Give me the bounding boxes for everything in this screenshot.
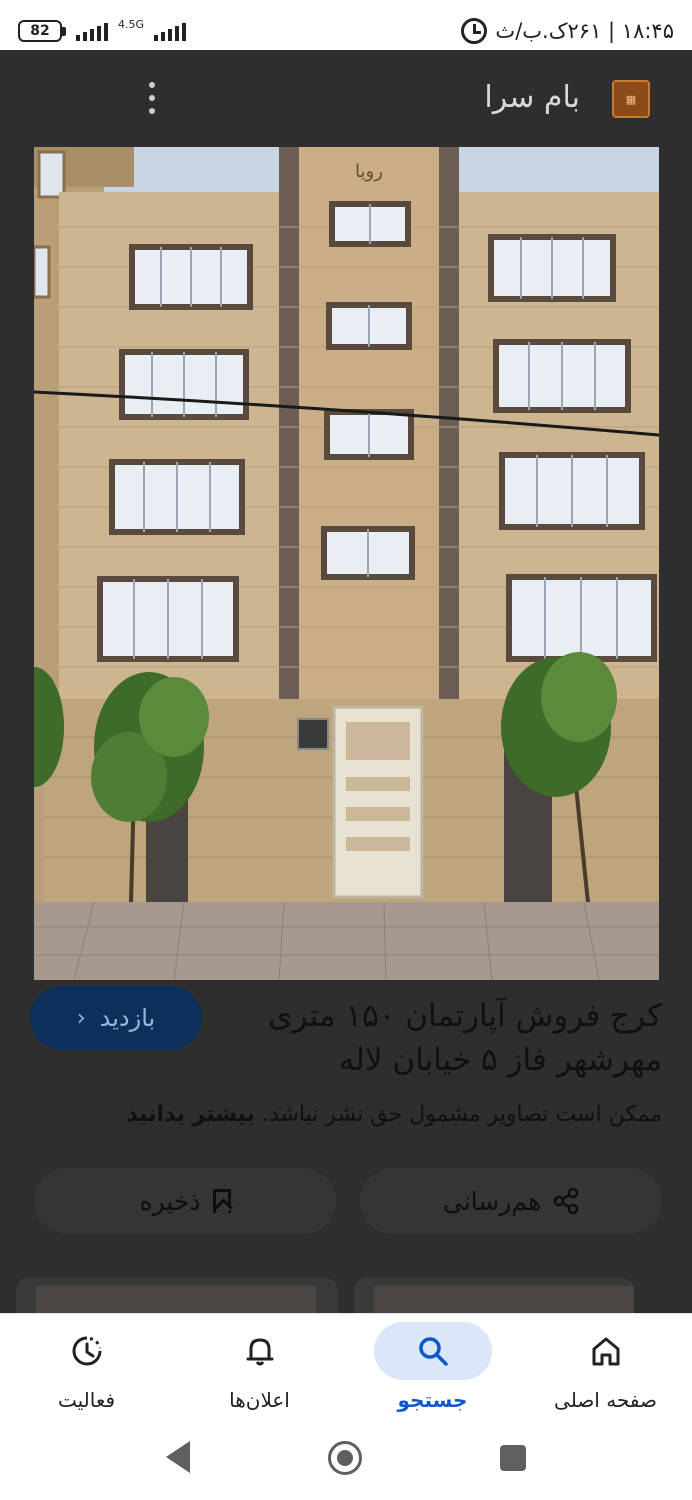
nav-activity-label: فعالیت: [57, 1388, 116, 1412]
signal-icon: [76, 21, 108, 41]
source-title[interactable]: بام سرا: [484, 80, 580, 115]
more-vert-icon[interactable]: [148, 82, 156, 114]
back-icon[interactable]: [166, 1441, 190, 1473]
share-icon: [553, 1188, 579, 1214]
nav-search[interactable]: جستجو: [346, 1314, 519, 1424]
related-image-1[interactable]: [16, 1278, 338, 1314]
alarm-icon: [461, 18, 488, 44]
save-label: ذخیره: [139, 1186, 201, 1216]
bamsara-logo-icon: ▦: [612, 80, 650, 118]
nav-search-label: جستجو: [397, 1388, 468, 1412]
system-nav-bar: [0, 1423, 692, 1500]
nav-notifications-label: اعلان‌ها: [229, 1388, 290, 1412]
nav-notifications[interactable]: اعلان‌ها: [173, 1314, 346, 1424]
bookmark-icon: [212, 1189, 231, 1213]
bell-icon: [246, 1338, 273, 1366]
share-button[interactable]: هم‌رسانی: [360, 1168, 662, 1234]
time-text: ۱۸:۴۵ | ۲۶۱ک.ب/ث: [495, 19, 674, 43]
building-sign: رویا: [355, 161, 383, 182]
signal-icon-2: [154, 21, 187, 41]
chevron-left-icon: ‹: [76, 1005, 86, 1031]
result-title[interactable]: کرج فروش آپارتمان ۱۵۰ متری مهرشهر فاز ۵ …: [222, 994, 662, 1082]
bottom-nav: صفحه اصلی جستجو اعلان‌ها ف: [0, 1313, 692, 1423]
nav-home-label: صفحه اصلی: [554, 1388, 657, 1412]
visit-label: بازدید: [99, 1004, 156, 1032]
copyright-text: ممکن است تصاویر مشمول حق نشر نباشد.: [261, 1102, 662, 1127]
recent-apps-icon[interactable]: [500, 1445, 526, 1471]
activity-icon: [72, 1336, 101, 1366]
search-icon: [418, 1337, 448, 1366]
status-left: 82 4.5G: [18, 18, 187, 42]
learn-more-link[interactable]: بیشتر بدانید: [127, 1102, 255, 1127]
copyright-notice: ممکن است تصاویر مشمول حق نشر نباشد. بیشت…: [22, 1102, 662, 1127]
network-type: 4.5G: [118, 18, 145, 31]
share-label: هم‌رسانی: [442, 1186, 542, 1216]
related-image-2[interactable]: [354, 1278, 634, 1314]
home-icon: [592, 1337, 619, 1366]
home-circle-icon[interactable]: [328, 1441, 362, 1475]
battery-level: 82: [18, 20, 62, 42]
nav-home[interactable]: صفحه اصلی: [519, 1314, 692, 1424]
save-button[interactable]: ذخیره: [34, 1168, 336, 1234]
status-right: ۱۸:۴۵ | ۲۶۱ک.ب/ث: [461, 18, 674, 44]
nav-activity[interactable]: فعالیت: [0, 1314, 173, 1424]
battery-icon: 82: [18, 20, 66, 42]
visit-button[interactable]: بازدید ‹: [30, 986, 202, 1050]
result-image[interactable]: رویا: [34, 147, 659, 980]
